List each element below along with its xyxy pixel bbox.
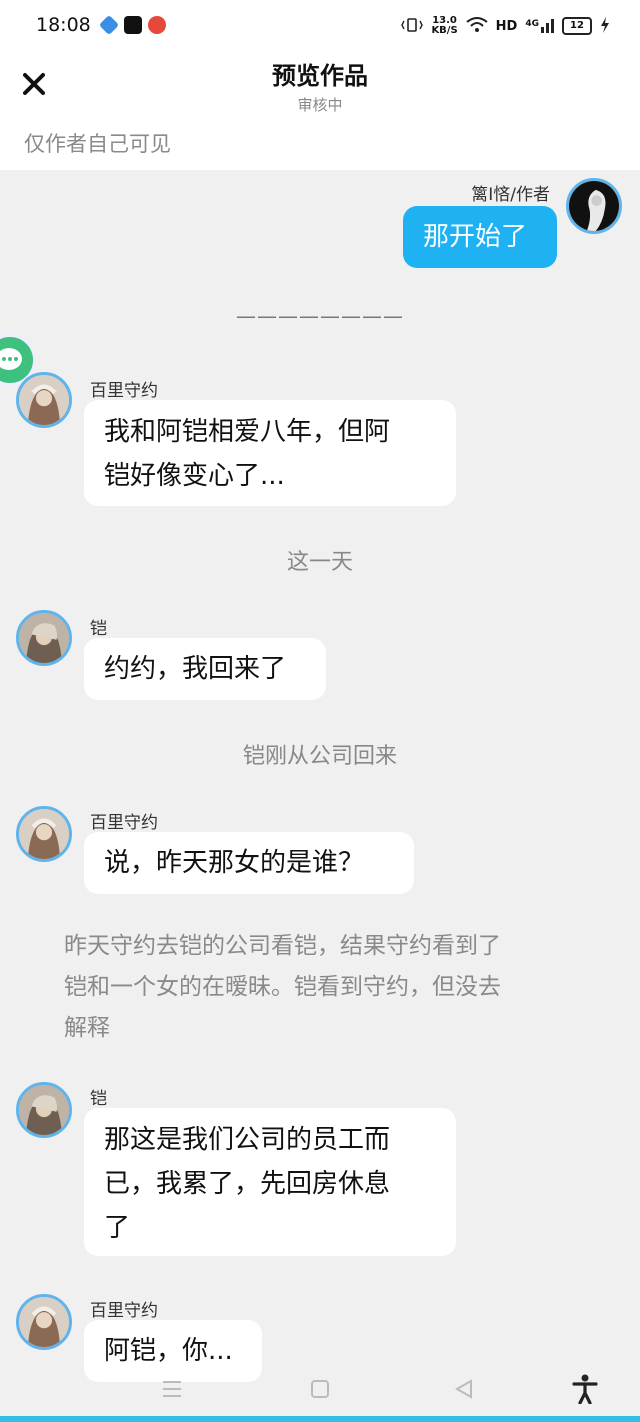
message-bubble-author: 那开始了 bbox=[403, 206, 557, 268]
back-triangle-icon bbox=[454, 1379, 472, 1399]
message-bubble: 我和阿铠相爱八年，但阿 铠好像变心了... bbox=[84, 400, 456, 506]
speaker-name: 百里守约 bbox=[90, 381, 158, 401]
signal-type: 4G bbox=[525, 19, 539, 29]
narration-line: 昨天守约去铠的公司看铠，结果守约看到了 bbox=[64, 933, 501, 959]
character-avatar-shouyue[interactable] bbox=[16, 372, 72, 428]
vibrate-icon bbox=[401, 17, 424, 36]
message-line: 那这是我们公司的员工而 bbox=[104, 1125, 391, 1155]
status-indicators: 13.0 KB/S HD 4G 12 bbox=[401, 16, 610, 36]
review-status: 审核中 bbox=[297, 96, 343, 114]
author-avatar[interactable] bbox=[566, 178, 622, 234]
character-avatar-kai[interactable] bbox=[16, 1082, 72, 1138]
speaker-name: 百里守约 bbox=[90, 1301, 158, 1321]
hd-indicator: HD bbox=[495, 18, 518, 34]
message-line: 已，我累了，先回房休息 bbox=[104, 1169, 391, 1199]
status-app-icons bbox=[98, 14, 166, 36]
app-notification-icon bbox=[98, 14, 120, 36]
signal-icon: 4G bbox=[525, 19, 554, 33]
speed-unit: KB/S bbox=[431, 25, 458, 36]
page-header: 预览作品 审核中 仅作者自己可见 bbox=[0, 56, 640, 170]
status-bar: 18:08 13.0 KB/S HD 4G 12 bbox=[0, 0, 640, 56]
narration-text: 铠刚从公司回来 bbox=[242, 744, 397, 769]
message-line: 铠好像变心了... bbox=[104, 461, 285, 491]
charging-icon bbox=[600, 16, 610, 36]
home-nav-button[interactable] bbox=[308, 1378, 332, 1404]
tiktok-icon bbox=[124, 16, 142, 34]
accessibility-icon bbox=[572, 1374, 598, 1405]
page-title: 预览作品 bbox=[272, 62, 368, 90]
battery-icon: 12 bbox=[562, 17, 592, 35]
accessibility-button[interactable] bbox=[572, 1374, 598, 1408]
bottom-accent-bar bbox=[0, 1416, 640, 1422]
character-avatar-shouyue[interactable] bbox=[16, 1294, 72, 1350]
speaker-name: 铠 bbox=[90, 619, 107, 639]
message-bubble: 说，昨天那女的是谁？ bbox=[84, 832, 414, 894]
network-speed: 13.0 KB/S bbox=[431, 16, 457, 36]
message-bubble: 那这是我们公司的员工而 已，我累了，先回房休息 了 bbox=[84, 1108, 456, 1256]
back-nav-button[interactable] bbox=[452, 1378, 476, 1404]
author-name: 篱I悋/作者 bbox=[471, 185, 550, 205]
character-avatar-kai[interactable] bbox=[16, 610, 72, 666]
message-bubble: 约约，我回来了 bbox=[84, 638, 326, 700]
visibility-note: 仅作者自己可见 bbox=[24, 132, 171, 156]
speaker-name: 百里守约 bbox=[90, 813, 158, 833]
message-line: 了 bbox=[104, 1213, 131, 1243]
wifi-icon bbox=[466, 16, 488, 36]
narration-line: 解释 bbox=[64, 1015, 110, 1041]
character-avatar-shouyue[interactable] bbox=[16, 806, 72, 862]
menu-nav-button[interactable] bbox=[160, 1378, 184, 1404]
narration-line: 铠和一个女的在暧昧。铠看到守约，但没去 bbox=[64, 974, 501, 1000]
scene-divider: ———————— bbox=[236, 304, 404, 328]
system-nav-bar bbox=[0, 1364, 640, 1416]
home-square-icon bbox=[311, 1380, 329, 1398]
menu-icon bbox=[163, 1381, 181, 1397]
message-line: 我和阿铠相爱八年，但阿 bbox=[104, 417, 391, 447]
narration-paragraph: 昨天守约去铠的公司看铠，结果守约看到了 铠和一个女的在暧昧。铠看到守约，但没去 … bbox=[64, 926, 564, 1049]
speaker-name: 铠 bbox=[90, 1089, 107, 1109]
status-time: 18:08 bbox=[36, 14, 91, 36]
weibo-icon bbox=[148, 16, 166, 34]
narration-text: 这一天 bbox=[286, 550, 353, 575]
